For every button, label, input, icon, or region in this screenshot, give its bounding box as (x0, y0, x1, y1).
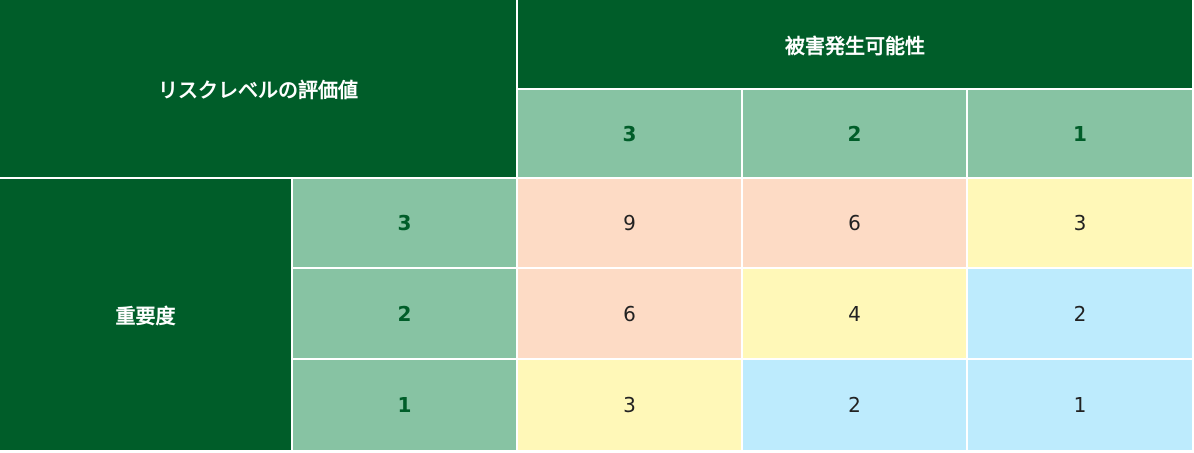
risk-value-cell: 1 (968, 360, 1194, 452)
risk-value-cell: 2 (743, 360, 968, 452)
probability-level-3: 3 (518, 90, 743, 179)
risk-value-cell: 6 (518, 269, 743, 360)
importance-header: 重要度 (0, 179, 293, 452)
risk-value-cell: 3 (518, 360, 743, 452)
importance-level-1: 1 (293, 360, 518, 452)
risk-value-cell: 6 (743, 179, 968, 269)
matrix-title: リスクレベルの評価値 (0, 0, 518, 179)
importance-level-2: 2 (293, 269, 518, 360)
risk-level-matrix: リスクレベルの評価値 被害発生可能性 3 2 1 重要度 3 9 6 3 2 6… (0, 0, 1194, 453)
importance-level-3: 3 (293, 179, 518, 269)
probability-header: 被害発生可能性 (518, 0, 1194, 90)
risk-value-cell: 3 (968, 179, 1194, 269)
risk-value-cell: 4 (743, 269, 968, 360)
risk-value-cell: 2 (968, 269, 1194, 360)
probability-level-2: 2 (743, 90, 968, 179)
risk-value-cell: 9 (518, 179, 743, 269)
probability-level-1: 1 (968, 90, 1194, 179)
